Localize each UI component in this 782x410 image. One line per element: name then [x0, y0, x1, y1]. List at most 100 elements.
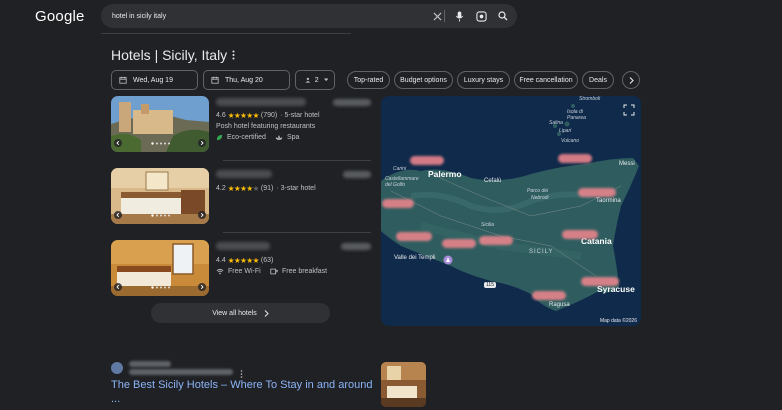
- chip-budget-options[interactable]: Budget options: [394, 71, 453, 89]
- site-url[interactable]: [129, 369, 233, 375]
- hotel-price-pin[interactable]: [479, 236, 513, 245]
- site-name[interactable]: [129, 361, 171, 367]
- map-label-sicily: SICILY: [529, 249, 554, 255]
- expand-map-icon[interactable]: [623, 103, 635, 116]
- check-in-label: Wed, Aug 19: [133, 76, 173, 84]
- map-label-taormina: Taormina: [596, 198, 621, 204]
- hotels-panel-title: Hotels | Sicily, Italy: [111, 47, 228, 63]
- hotel-price-pin[interactable]: [382, 199, 414, 208]
- chip-deals[interactable]: Deals: [582, 71, 614, 89]
- chevron-right-icon: [264, 309, 269, 317]
- coffee-cup-icon: [270, 268, 278, 275]
- hotels-map[interactable]: Stromboli Isola di Panarea Salina Lipari…: [381, 96, 641, 326]
- search-input[interactable]: hotel in sicily italy: [112, 13, 429, 20]
- hotel-1-name[interactable]: [216, 98, 306, 106]
- photo-dots-indicator: [151, 142, 171, 145]
- check-in-date[interactable]: Wed, Aug 19: [111, 70, 198, 90]
- chevron-right-icon[interactable]: [198, 211, 206, 219]
- check-out-label: Thu, Aug 20: [225, 76, 263, 84]
- hotel-price-pin[interactable]: [532, 291, 566, 300]
- hotel-3-rating: 4.4 ★★★★★ (63): [216, 256, 273, 265]
- hotel-1-photo[interactable]: [111, 96, 209, 152]
- map-attribution[interactable]: Map data ©2026: [600, 318, 637, 324]
- rating-value: 4.6: [216, 112, 226, 119]
- more-options-icon[interactable]: [228, 48, 238, 62]
- hotel-price-pin[interactable]: [578, 188, 616, 197]
- hotel-price-pin[interactable]: [581, 277, 619, 286]
- hotel-2-photo[interactable]: [111, 168, 209, 224]
- map-label-vulcano: Vulcano: [561, 138, 579, 144]
- hotel-class: · 5-star hotel: [280, 112, 320, 119]
- hotel-1-price: [333, 99, 371, 106]
- map-label-salina: Salina: [549, 120, 563, 126]
- view-all-hotels-button[interactable]: View all hotels: [151, 303, 330, 323]
- hotel-price-pin[interactable]: [396, 232, 432, 241]
- lens-camera-icon[interactable]: [473, 8, 489, 24]
- person-icon: [305, 77, 311, 83]
- hotel-2-name[interactable]: [216, 170, 272, 178]
- map-label-nebrodi: Nebrodi: [531, 195, 549, 201]
- review-count: (63): [260, 257, 274, 264]
- hotel-3-photo[interactable]: [111, 240, 209, 296]
- map-label-lipari: Lipari: [559, 128, 572, 134]
- calendar-icon: [211, 76, 219, 84]
- hotel-class: · 3-star hotel: [276, 185, 316, 192]
- attraction-pin-icon[interactable]: [443, 252, 453, 270]
- leaf-icon: [216, 134, 223, 141]
- chevron-left-icon[interactable]: [114, 283, 122, 291]
- chip-free-cancellation[interactable]: Free cancellation: [514, 71, 578, 89]
- hotel-1-amenity-spa: Spa: [275, 134, 299, 141]
- map-label-cefalu: Cefalù: [484, 178, 502, 184]
- result-title-link[interactable]: The Best Sicily Hotels – Where To Stay i…: [111, 378, 373, 406]
- site-favicon[interactable]: [111, 362, 123, 374]
- rating-value: 4.4: [216, 257, 226, 264]
- chip-top-rated[interactable]: Top-rated: [347, 71, 390, 89]
- hotel-separator: [223, 232, 371, 233]
- check-out-date[interactable]: Thu, Aug 20: [203, 70, 290, 90]
- map-label-carini: Carini: [393, 166, 407, 172]
- chevron-right-icon[interactable]: [198, 283, 206, 291]
- chip-luxury-stays[interactable]: Luxury stays: [457, 71, 510, 89]
- google-logo[interactable]: Google: [35, 8, 85, 25]
- map-label-sicilia: Sicilia: [481, 222, 495, 228]
- review-count: (91): [260, 185, 274, 192]
- hotel-3-amenity-wifi: Free Wi-Fi: [216, 268, 261, 275]
- header-divider: [101, 33, 351, 34]
- search-divider: [444, 10, 445, 22]
- hotel-1-description: Posh hotel featuring restaurants: [216, 123, 316, 130]
- search-icon[interactable]: [495, 8, 511, 24]
- chevron-right-icon[interactable]: [198, 139, 206, 147]
- hotel-1-rating: 4.6 ★★★★★ (790) · 5-star hotel: [216, 111, 320, 120]
- chevron-left-icon[interactable]: [114, 211, 122, 219]
- rating-value: 4.2: [216, 185, 226, 192]
- hotel-3-name[interactable]: [216, 242, 270, 250]
- microphone-icon[interactable]: [451, 8, 467, 24]
- map-label-parco: Parco dei: [527, 188, 549, 194]
- map-label-ragusa: Ragusa: [549, 302, 570, 308]
- hotel-3-amenity-breakfast: Free breakfast: [270, 268, 327, 275]
- hotel-3-price: [341, 243, 371, 250]
- hotel-price-pin[interactable]: [442, 239, 476, 248]
- hotel-separator: [223, 160, 371, 161]
- map-label-valle: Valle dei Templi: [394, 255, 436, 261]
- photo-dots-indicator: [151, 286, 171, 289]
- chips-next-button[interactable]: [622, 71, 640, 89]
- clear-icon[interactable]: [429, 8, 445, 24]
- review-count: (790): [260, 112, 278, 119]
- chevron-right-icon: [629, 76, 634, 84]
- guests-dropdown[interactable]: 2: [295, 70, 335, 90]
- stars-icon: ★★★★★: [227, 256, 260, 265]
- result-thumbnail[interactable]: [381, 362, 426, 407]
- hotel-price-pin[interactable]: [410, 156, 444, 165]
- chevron-left-icon[interactable]: [114, 139, 122, 147]
- calendar-icon: [119, 76, 127, 84]
- guests-count: 2: [314, 76, 319, 84]
- map-label-palermo: Palermo: [428, 169, 462, 179]
- map-label-panarea: Panarea: [567, 115, 586, 121]
- stars-icon: ★★★★★: [227, 111, 260, 120]
- spa-icon: [275, 135, 283, 140]
- hotel-price-pin[interactable]: [562, 230, 598, 239]
- road-shield: 115: [484, 282, 496, 288]
- hotel-price-pin[interactable]: [558, 154, 592, 163]
- search-bar[interactable]: hotel in sicily italy: [101, 4, 517, 28]
